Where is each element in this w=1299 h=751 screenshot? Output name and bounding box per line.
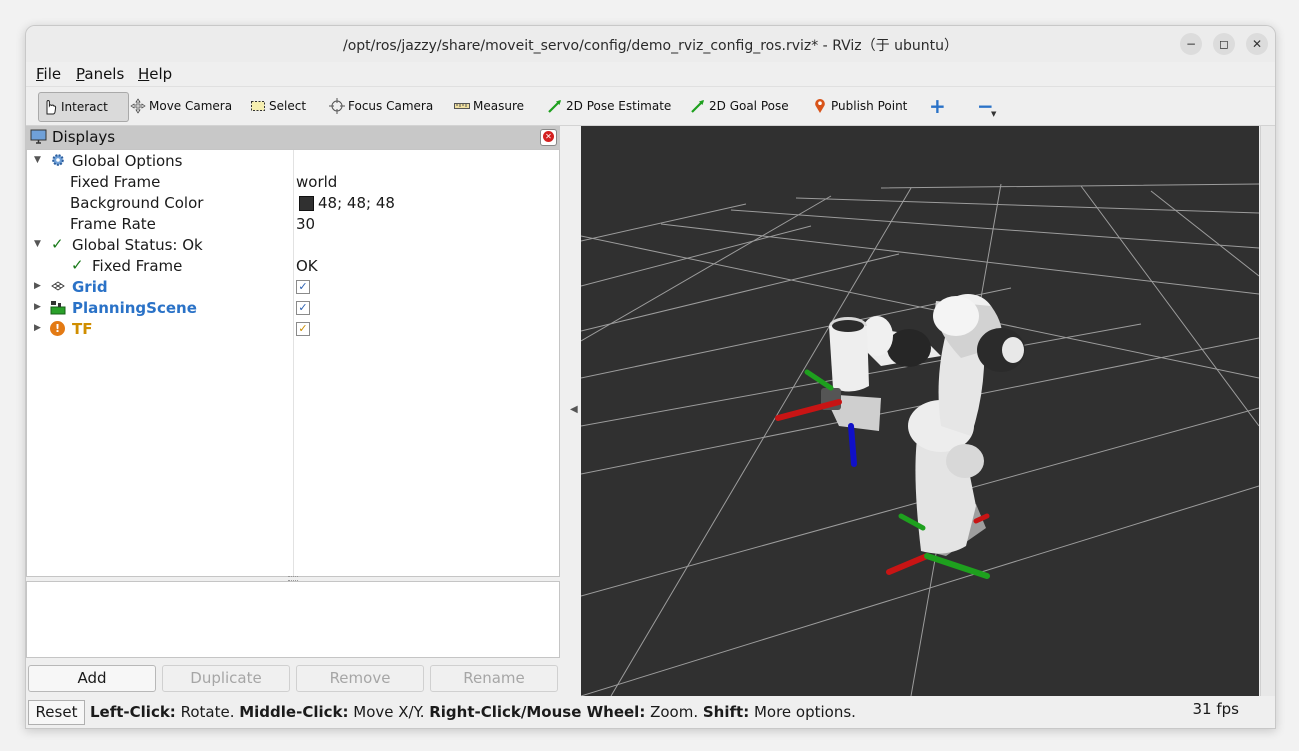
mouse-hint-text: Left-Click: Rotate. Middle-Click: Move X…: [90, 703, 856, 721]
tree-row-background-color[interactable]: Background Color 48; 48; 48: [27, 193, 559, 214]
tree-row-status-fixed-frame[interactable]: ✓ Fixed Frame OK: [27, 256, 559, 277]
grid-label: Grid: [72, 278, 108, 296]
gear-icon: [52, 154, 64, 166]
tool-select[interactable]: Select: [250, 92, 306, 120]
close-button[interactable]: ✕: [1246, 33, 1268, 55]
background-color-label: Background Color: [70, 194, 204, 212]
global-options-label: Global Options: [72, 152, 183, 170]
menu-bar: File Panels Help: [26, 62, 1275, 86]
tree-row-fixed-frame[interactable]: Fixed Frame world: [27, 172, 559, 193]
description-box: [26, 581, 560, 658]
tool-bar: Interact Move Camera Select Focus Camera…: [26, 86, 1275, 126]
menu-help[interactable]: Help: [138, 65, 172, 83]
3d-viewport[interactable]: [580, 126, 1260, 697]
dropdown-arrow-icon[interactable]: ▼: [991, 110, 996, 118]
tree-row-global-status[interactable]: ▼ ✓ Global Status: Ok: [27, 235, 559, 256]
tree-row-tf[interactable]: ▶ ! TF ✓: [27, 319, 559, 340]
fixed-frame-value[interactable]: world: [296, 173, 337, 191]
focus-camera-icon: [329, 98, 345, 114]
close-panel-icon[interactable]: [540, 129, 557, 146]
ruler-icon: [454, 103, 470, 109]
tool-2d-pose-estimate-label: 2D Pose Estimate: [566, 99, 672, 113]
select-rect-icon: [251, 101, 265, 111]
grid-checkbox[interactable]: ✓: [296, 280, 310, 294]
hand-pointer-icon: [46, 99, 57, 115]
tf-checkbox[interactable]: ✓: [296, 322, 310, 336]
tool-2d-pose-estimate[interactable]: 2D Pose Estimate: [547, 92, 671, 120]
tool-move-camera-label: Move Camera: [149, 99, 233, 113]
frame-rate-value[interactable]: 30: [296, 215, 315, 233]
planning-scene-label: PlanningScene: [72, 299, 197, 317]
displays-tree: ▼ Global Options Fixed Frame world Backg…: [26, 149, 560, 577]
tool-publish-point[interactable]: Publish Point: [812, 92, 907, 120]
add-tool-button[interactable]: +: [929, 92, 946, 120]
expand-arrow-icon[interactable]: ▼: [34, 155, 41, 165]
tf-label: TF: [72, 320, 93, 338]
maximize-button[interactable]: ◻: [1213, 33, 1235, 55]
tree-row-global-options[interactable]: ▼ Global Options: [27, 151, 559, 172]
expand-arrow-icon[interactable]: ▼: [34, 239, 41, 249]
tree-row-grid[interactable]: ▶ Grid ✓: [27, 277, 559, 298]
collapse-arrow-icon[interactable]: ▶: [34, 281, 41, 291]
title-bar[interactable]: /opt/ros/jazzy/share/moveit_servo/config…: [26, 26, 1275, 63]
displays-title: Displays: [52, 128, 116, 146]
fps-counter: 31 fps: [1192, 700, 1239, 718]
green-arrow-icon: [548, 100, 561, 113]
tool-move-camera[interactable]: Move Camera: [130, 92, 232, 120]
map-pin-icon: [815, 99, 825, 113]
tool-focus-camera-label: Focus Camera: [348, 99, 434, 113]
minimize-button[interactable]: −: [1180, 33, 1202, 55]
green-arrow-icon: [691, 100, 704, 113]
planning-scene-icon: [50, 301, 66, 315]
rviz-window: /opt/ros/jazzy/share/moveit_servo/config…: [25, 25, 1276, 729]
collapse-left-arrow-icon[interactable]: ◀: [570, 404, 578, 415]
menu-file[interactable]: File: [36, 65, 61, 83]
menu-panels[interactable]: Panels: [76, 65, 124, 83]
tool-2d-goal-pose[interactable]: 2D Goal Pose: [690, 92, 789, 120]
tool-measure[interactable]: Measure: [454, 92, 524, 120]
tree-row-frame-rate[interactable]: Frame Rate 30: [27, 214, 559, 235]
planning-scene-checkbox[interactable]: ✓: [296, 301, 310, 315]
tool-publish-point-label: Publish Point: [831, 99, 908, 113]
duplicate-button[interactable]: Duplicate: [162, 665, 290, 692]
window-title: /opt/ros/jazzy/share/moveit_servo/config…: [343, 38, 958, 54]
displays-header: Displays: [26, 126, 560, 150]
check-status-icon: ✓: [51, 235, 64, 253]
check-status-icon: ✓: [71, 256, 84, 274]
collapse-arrow-icon[interactable]: ▶: [34, 302, 41, 312]
reset-button[interactable]: Reset: [28, 700, 85, 725]
tool-measure-label: Measure: [473, 99, 524, 113]
status-bar: Reset Left-Click: Rotate. Middle-Click: …: [26, 698, 1275, 728]
status-fixed-frame-label: Fixed Frame: [92, 257, 183, 275]
global-status-label: Global Status: Ok: [72, 236, 203, 254]
rename-button[interactable]: Rename: [430, 665, 558, 692]
tool-interact-label: Interact: [61, 100, 108, 114]
tool-focus-camera[interactable]: Focus Camera: [329, 92, 433, 120]
add-button[interactable]: Add: [28, 665, 156, 692]
collapse-arrow-icon[interactable]: ▶: [34, 323, 41, 333]
tool-2d-goal-pose-label: 2D Goal Pose: [709, 99, 789, 113]
frame-rate-label: Frame Rate: [70, 215, 156, 233]
fixed-frame-label: Fixed Frame: [70, 173, 161, 191]
grid-icon: [51, 281, 65, 291]
scene-render[interactable]: [580, 126, 1260, 697]
color-swatch[interactable]: [299, 196, 314, 211]
displays-panel: Displays ▼ Global Options Fixed Frame wo…: [26, 126, 560, 696]
background-color-value[interactable]: 48; 48; 48: [318, 194, 395, 212]
tree-row-planning-scene[interactable]: ▶ PlanningScene ✓: [27, 298, 559, 319]
status-fixed-frame-value: OK: [296, 257, 318, 275]
move-camera-icon: [130, 98, 146, 114]
warning-icon: !: [50, 321, 65, 336]
tool-select-label: Select: [269, 99, 307, 113]
right-dock-strip[interactable]: [1260, 126, 1275, 696]
monitor-icon: [30, 129, 47, 144]
remove-button[interactable]: Remove: [296, 665, 424, 692]
tool-interact[interactable]: Interact: [38, 92, 129, 122]
